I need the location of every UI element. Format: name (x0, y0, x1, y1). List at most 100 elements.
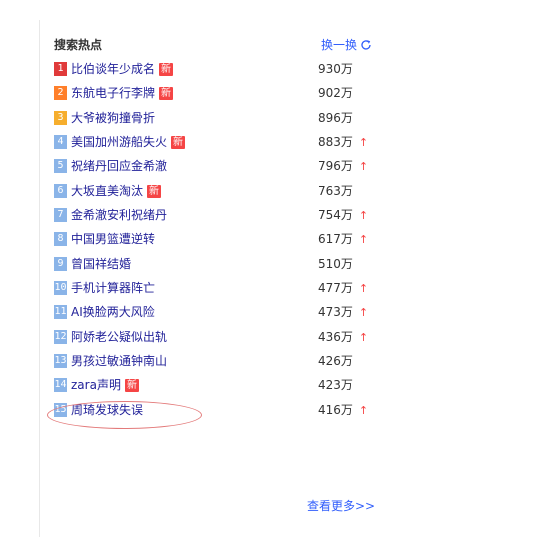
search-count-value: 426万 (318, 353, 353, 368)
new-badge: 新 (171, 135, 186, 149)
left-divider (39, 20, 40, 537)
rank-badge: 1 (54, 62, 67, 76)
hot-topic-link[interactable]: 阿娇老公疑似出轨 (71, 325, 167, 349)
hot-topic-text: 阿娇老公疑似出轨 (71, 329, 168, 344)
list-item[interactable]: 10 手机计算器阵亡 477万 ↑ (54, 276, 374, 300)
rank-badge: 4 (54, 134, 67, 149)
search-count: 754万 ↑ (318, 203, 368, 228)
hot-topic-link[interactable]: zara声明新 (71, 373, 139, 397)
new-badge: 新 (159, 87, 174, 101)
new-badge: 新 (159, 63, 174, 76)
trend-up-icon: ↑ (358, 135, 369, 149)
list-item[interactable]: 6 大坂直美淘汰新 763万 (54, 179, 374, 203)
refresh-button[interactable]: 换一换 (321, 36, 372, 54)
trend-up-icon: ↑ (358, 281, 369, 295)
hot-topic-text: 男孩过敏通钟南山 (71, 353, 168, 368)
rank-badge: 6 (54, 183, 67, 198)
hot-topic-text: 手机计算器阵亡 (71, 280, 156, 295)
hot-topic-link[interactable]: 比伯谈年少成名新 (71, 57, 174, 81)
more-link[interactable]: 查看更多>> (307, 497, 375, 514)
list-item[interactable]: 3 大爷被狗撞骨折 896万 (54, 106, 374, 130)
rank-badge: 13 (54, 353, 67, 368)
list-item[interactable]: 15 周琦发球失误 416万 ↑ (54, 398, 374, 422)
refresh-label: 换一换 (320, 38, 357, 52)
search-count-value: 902万 (318, 86, 353, 101)
rank-badge: 11 (54, 305, 67, 320)
search-count: 902万 (318, 81, 353, 105)
list-item[interactable]: 4 美国加州游船失火新 883万 ↑ (54, 130, 374, 154)
hot-topic-link[interactable]: 美国加州游船失火新 (71, 130, 186, 154)
rank-badge: 8 (54, 232, 67, 247)
hot-topic-link[interactable]: 男孩过敏通钟南山 (71, 349, 167, 373)
hot-topic-link[interactable]: 东航电子行李牌新 (71, 81, 174, 105)
hot-topic-link[interactable]: 大坂直美淘汰新 (71, 179, 162, 203)
hot-topic-link[interactable]: 祝绪丹回应金希澈 (71, 154, 167, 178)
trend-up-icon: ↑ (358, 403, 369, 417)
search-count-value: 763万 (318, 183, 353, 198)
hot-topic-text: 美国加州游船失火 (71, 134, 168, 149)
search-count-value: 436万 (318, 329, 353, 344)
search-count: 796万 ↑ (318, 154, 368, 179)
hot-topic-link[interactable]: 周琦发球失误 (71, 398, 143, 422)
list-item[interactable]: 7 金希澈安利祝绪丹 754万 ↑ (54, 203, 374, 227)
panel-title: 搜索热点 (54, 38, 103, 52)
rank-badge: 10 (54, 280, 67, 295)
new-badge: 新 (147, 184, 162, 198)
hot-topic-text: 曾国祥结婚 (71, 256, 132, 271)
rank-badge: 9 (54, 256, 67, 271)
hot-topic-link[interactable]: 手机计算器阵亡 (71, 276, 155, 300)
list-item[interactable]: 12 阿娇老公疑似出轨 436万 ↑ (54, 325, 374, 349)
trend-up-icon: ↑ (358, 233, 369, 247)
hot-topic-text: 东航电子行李牌 (71, 86, 156, 101)
search-count: 426万 (318, 349, 353, 373)
hot-topic-link[interactable]: 中国男篮遭逆转 (71, 227, 155, 251)
search-count: 883万 ↑ (318, 130, 368, 155)
rank-badge: 14 (54, 378, 67, 393)
search-count-value: 754万 (318, 207, 353, 222)
list-item[interactable]: 14 zara声明新 423万 (54, 373, 374, 397)
search-count: 617万 ↑ (318, 227, 368, 252)
search-count: 416万 ↑ (318, 398, 368, 423)
hot-topic-link[interactable]: AI换脸两大风险 (71, 300, 155, 324)
search-count-value: 896万 (318, 110, 353, 125)
search-count-value: 477万 (318, 280, 353, 295)
hot-topic-text: 祝绪丹回应金希澈 (71, 159, 168, 174)
hot-topic-text: 大坂直美淘汰 (71, 183, 144, 198)
list-item[interactable]: 11 AI换脸两大风险 473万 ↑ (54, 300, 374, 324)
hot-topic-link[interactable]: 大爷被狗撞骨折 (71, 106, 155, 130)
rank-badge: 12 (54, 329, 67, 344)
search-count: 896万 (318, 106, 353, 130)
rank-badge: 7 (54, 207, 67, 222)
list-item[interactable]: 2 东航电子行李牌新 902万 (54, 81, 374, 105)
refresh-icon (361, 40, 371, 50)
hot-topic-text: 周琦发球失误 (71, 402, 144, 417)
search-count-value: 796万 (318, 159, 353, 174)
hot-topic-text: 金希澈安利祝绪丹 (71, 207, 168, 222)
hot-topic-link[interactable]: 金希澈安利祝绪丹 (71, 203, 167, 227)
search-count-value: 473万 (318, 305, 353, 320)
trend-up-icon: ↑ (358, 160, 369, 174)
list-item[interactable]: 8 中国男篮遭逆转 617万 ↑ (54, 227, 374, 251)
hot-topic-text: zara声明 (71, 378, 121, 393)
hot-topic-link[interactable]: 曾国祥结婚 (71, 252, 131, 276)
search-count: 473万 ↑ (318, 300, 368, 325)
hot-topic-text: AI换脸两大风险 (71, 305, 155, 320)
trend-up-icon: ↑ (358, 330, 369, 344)
hot-topic-text: 中国男篮遭逆转 (71, 232, 156, 247)
list-item[interactable]: 5 祝绪丹回应金希澈 796万 ↑ (54, 154, 374, 178)
search-count-value: 930万 (318, 62, 353, 76)
search-count: 510万 (318, 252, 353, 276)
rank-badge: 15 (54, 402, 67, 417)
search-count: 436万 ↑ (318, 325, 368, 350)
search-count-value: 510万 (318, 256, 353, 271)
rank-badge: 2 (54, 86, 67, 101)
new-badge: 新 (124, 379, 139, 393)
search-count-value: 416万 (318, 402, 353, 417)
search-count: 423万 (318, 373, 353, 397)
hot-topic-text: 比伯谈年少成名 (71, 62, 156, 76)
hot-topic-text: 大爷被狗撞骨折 (71, 110, 156, 125)
list-item[interactable]: 9 曾国祥结婚 510万 (54, 252, 374, 276)
list-item[interactable]: 13 男孩过敏通钟南山 426万 (54, 349, 374, 373)
list-item[interactable]: 1 比伯谈年少成名新 930万 (54, 57, 374, 81)
hot-search-header: 搜索热点 换一换 (54, 36, 372, 54)
